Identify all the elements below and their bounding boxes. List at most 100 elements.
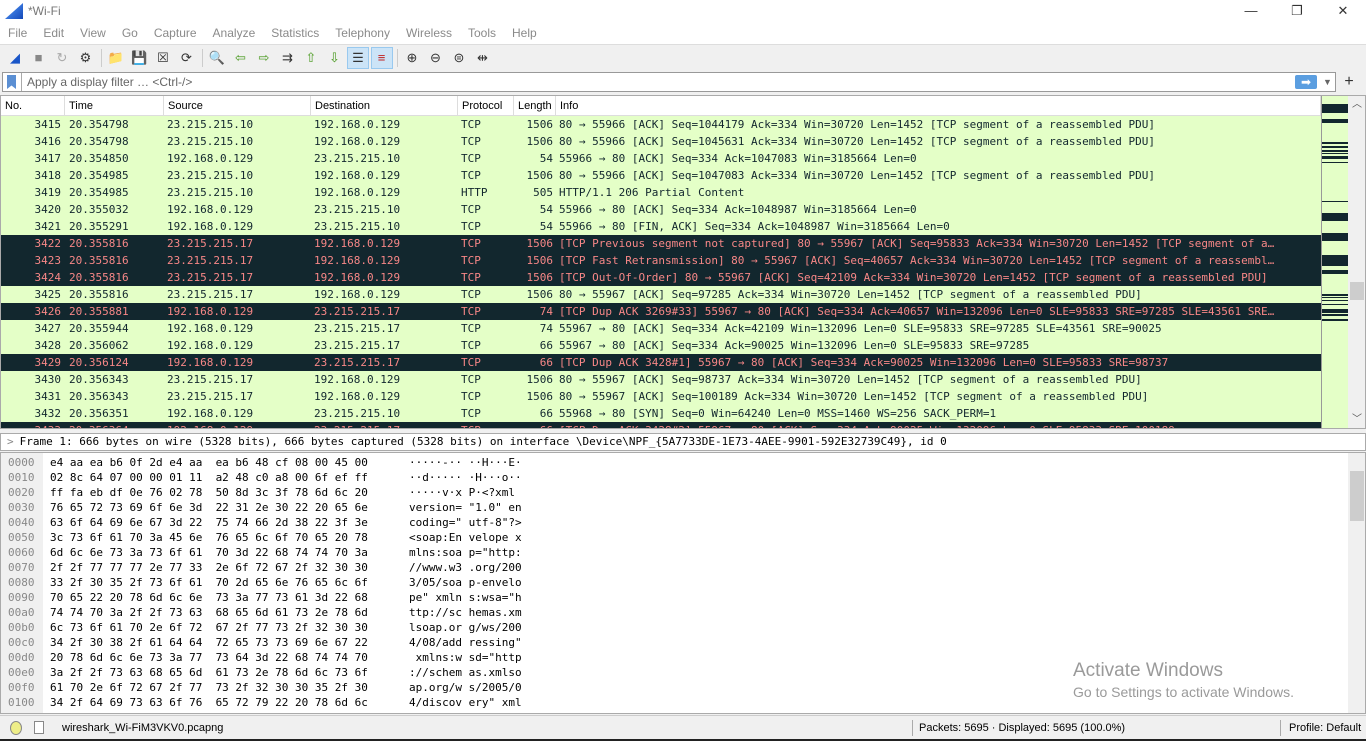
expand-chevron-icon[interactable]: > [7, 435, 14, 448]
stop-capture-icon[interactable]: ■ [28, 47, 50, 69]
menu-tools[interactable]: Tools [460, 26, 504, 40]
column-header-no[interactable]: No. [1, 96, 65, 116]
detail-frame-line[interactable]: Frame 1: 666 bytes on wire (5328 bits), … [20, 435, 947, 448]
menu-statistics[interactable]: Statistics [263, 26, 327, 40]
packet-row[interactable]: 3415 20.354798 23.215.215.10 192.168.0.129 T… [1, 116, 1321, 133]
start-capture-icon[interactable]: ◢ [4, 47, 26, 69]
hex-row[interactable]: 00b0 6c 73 6f 61 70 2e 6f 72 67 2f 77 73 … [1, 620, 1341, 635]
go-first-icon[interactable]: ⇧ [300, 47, 322, 69]
packet-row[interactable]: 3421 20.355291 192.168.0.129 23.215.215.10 T… [1, 218, 1321, 235]
open-file-icon[interactable]: 📁 [105, 47, 127, 69]
cell-proto: TCP [461, 422, 511, 428]
packet-row[interactable]: 3423 20.355816 23.215.215.17 192.168.0.129 T… [1, 252, 1321, 269]
packet-row[interactable]: 3427 20.355944 192.168.0.129 23.215.215.17 T… [1, 320, 1321, 337]
packet-row[interactable]: 3425 20.355816 23.215.215.17 192.168.0.129 T… [1, 286, 1321, 303]
close-file-icon[interactable]: ☒ [152, 47, 174, 69]
packet-row[interactable]: 3422 20.355816 23.215.215.17 192.168.0.129 T… [1, 235, 1321, 252]
column-header-time[interactable]: Time [65, 96, 164, 116]
packet-row[interactable]: 3417 20.354850 192.168.0.129 23.215.215.10 T… [1, 150, 1321, 167]
hex-hex: ff fa eb df 0e 76 02 78 50 8d 3c 3f 78 6… [50, 486, 368, 499]
scrollbar-thumb[interactable] [1350, 282, 1364, 300]
hex-row[interactable]: 00c0 34 2f 30 38 2f 61 64 64 72 65 73 73 … [1, 635, 1341, 650]
hex-ascii: 3/05/soa p-envelo [409, 576, 522, 589]
hex-row[interactable]: 0010 02 8c 64 07 00 00 01 11 a2 48 c0 a8 … [1, 470, 1341, 485]
go-last-icon[interactable]: ⇩ [324, 47, 346, 69]
zoom-in-icon[interactable]: ⊕ [401, 47, 423, 69]
packet-row[interactable]: 3426 20.355881 192.168.0.129 23.215.215.17 T… [1, 303, 1321, 320]
packet-row[interactable]: 3428 20.356062 192.168.0.129 23.215.215.17 T… [1, 337, 1321, 354]
scroll-up-icon[interactable]: ︿ [1348, 96, 1365, 113]
reload-file-icon[interactable]: ⟳ [176, 47, 198, 69]
capture-options-icon[interactable]: ⚙ [75, 47, 97, 69]
menu-wireless[interactable]: Wireless [398, 26, 460, 40]
minimap-mark [1322, 309, 1349, 313]
filter-dropdown-icon[interactable]: ▼ [1323, 77, 1335, 87]
colorize-icon[interactable]: ≡ [370, 46, 393, 69]
find-packet-icon[interactable]: 🔍 [206, 47, 228, 69]
menu-telephony[interactable]: Telephony [327, 26, 398, 40]
display-filter-input[interactable] [27, 75, 1295, 89]
column-header-destination[interactable]: Destination [311, 96, 458, 116]
hex-row[interactable]: 00a0 74 74 70 3a 2f 2f 73 63 68 65 6d 61 … [1, 605, 1341, 620]
go-forward-icon[interactable]: ⇨ [253, 47, 275, 69]
bytes-scrollbar[interactable] [1348, 453, 1365, 713]
packet-row[interactable]: 3431 20.356343 23.215.215.17 192.168.0.129 T… [1, 388, 1321, 405]
packet-row[interactable]: 3424 20.355816 23.215.215.17 192.168.0.129 T… [1, 269, 1321, 286]
hex-row[interactable]: 0040 63 6f 64 69 6e 67 3d 22 75 74 66 2d … [1, 515, 1341, 530]
menu-capture[interactable]: Capture [146, 26, 205, 40]
add-filter-button[interactable]: + [1338, 72, 1360, 92]
cell-src: 192.168.0.129 [167, 356, 254, 369]
packet-row[interactable]: 3433 20.356364192.168.0.129 23.215.215.17 T… [1, 422, 1321, 428]
packet-row[interactable]: 3416 20.354798 23.215.215.10 192.168.0.129 T… [1, 133, 1321, 150]
menu-view[interactable]: View [72, 26, 114, 40]
hex-row[interactable]: 0090 70 65 22 20 78 6d 6c 6e 73 3a 77 73 … [1, 590, 1341, 605]
packet-row[interactable]: 3432 20.356351 192.168.0.129 23.215.215.10 T… [1, 405, 1321, 422]
packet-row[interactable]: 3429 20.356124 192.168.0.129 23.215.215.17 T… [1, 354, 1321, 371]
cell-src: 23.215.215.10 [167, 186, 254, 199]
packet-minimap[interactable] [1321, 96, 1349, 428]
menu-go[interactable]: Go [114, 26, 146, 40]
cell-no: 3430 [34, 373, 62, 386]
menu-analyze[interactable]: Analyze [205, 26, 264, 40]
menu-help[interactable]: Help [504, 26, 545, 40]
hex-row[interactable]: 0070 2f 2f 77 77 77 2e 77 33 2e 6f 72 67 … [1, 560, 1341, 575]
packet-row[interactable]: 3418 20.354985 23.215.215.10 192.168.0.129 T… [1, 167, 1321, 184]
zoom-out-icon[interactable]: ⊖ [425, 47, 447, 69]
hex-row[interactable]: 0000 e4 aa ea b6 0f 2d e4 aa ea b6 48 cf … [1, 455, 1341, 470]
packet-row[interactable]: 3430 20.356343 23.215.215.17 192.168.0.129 T… [1, 371, 1321, 388]
go-back-icon[interactable]: ⇦ [230, 47, 252, 69]
cell-len: 1506 [526, 135, 554, 148]
profile-label[interactable]: Profile: Default [1289, 716, 1361, 740]
close-icon[interactable]: ✕ [1320, 0, 1366, 22]
autoscroll-icon[interactable]: ☰ [347, 46, 369, 69]
go-to-packet-icon[interactable]: ⇉ [277, 47, 299, 69]
column-header-source[interactable]: Source [164, 96, 311, 116]
packet-row[interactable]: 3419 20.354985 23.215.215.10 192.168.0.129 H… [1, 184, 1321, 201]
minimap-mark [1322, 104, 1349, 113]
menu-file[interactable]: File [0, 26, 35, 40]
hex-row[interactable]: 0030 76 65 72 73 69 6f 6e 3d 22 31 2e 30 … [1, 500, 1341, 515]
capture-comment-icon[interactable] [34, 721, 44, 734]
restart-capture-icon[interactable]: ↻ [51, 47, 73, 69]
bookmark-icon[interactable] [7, 75, 16, 89]
hex-row[interactable]: 0060 6d 6c 6e 73 3a 73 6f 61 70 3d 22 68 … [1, 545, 1341, 560]
hex-row[interactable]: 0050 3c 73 6f 61 70 3a 45 6e 76 65 6c 6f … [1, 530, 1341, 545]
hex-row[interactable]: 0080 33 2f 30 35 2f 73 6f 61 70 2d 65 6e … [1, 575, 1341, 590]
packet-row[interactable]: 3420 20.355032 192.168.0.129 23.215.215.10 T… [1, 201, 1321, 218]
resize-columns-icon[interactable]: ⇹ [472, 47, 494, 69]
expert-info-icon[interactable] [10, 721, 22, 735]
apply-filter-arrow-icon[interactable]: ➡ [1295, 75, 1317, 89]
hex-row[interactable]: 0020 ff fa eb df 0e 76 02 78 50 8d 3c 3f … [1, 485, 1341, 500]
save-file-icon[interactable]: 💾 [129, 47, 151, 69]
scroll-down-icon[interactable]: ﹀ [1348, 411, 1365, 428]
column-header-info[interactable]: Info [556, 96, 1321, 116]
scrollbar-thumb[interactable] [1350, 471, 1364, 521]
wireshark-logo-icon [5, 3, 23, 19]
packet-list-scrollbar[interactable]: ︿ ﹀ [1348, 96, 1365, 428]
restore-icon[interactable]: ❐ [1274, 0, 1320, 22]
menu-edit[interactable]: Edit [35, 26, 72, 40]
column-header-length[interactable]: Length [514, 96, 556, 116]
minimize-icon[interactable]: — [1228, 0, 1274, 22]
column-header-protocol[interactable]: Protocol [458, 96, 514, 116]
zoom-normal-icon[interactable]: ⊜ [448, 47, 470, 69]
